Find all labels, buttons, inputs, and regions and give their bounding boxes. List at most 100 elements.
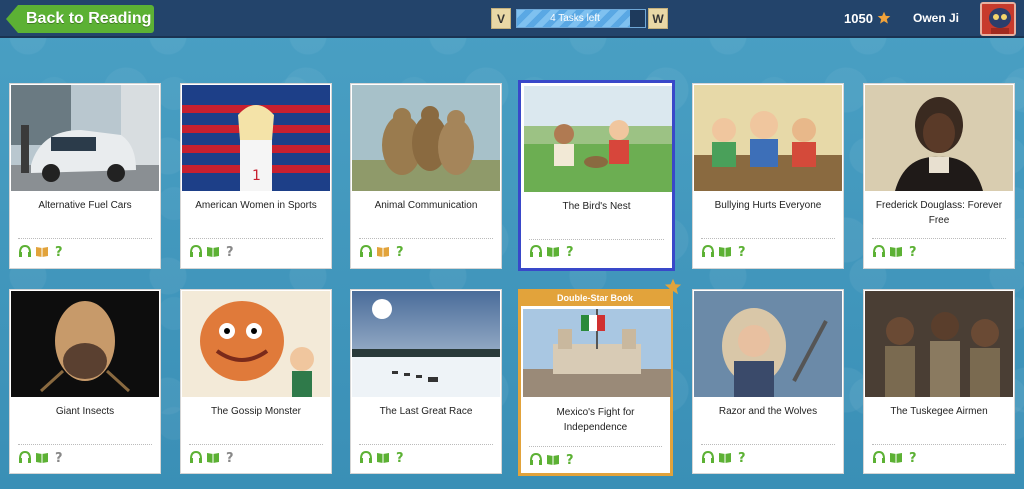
listen-icon[interactable]	[701, 450, 715, 464]
book-card[interactable]: The Tuskegee Airmen ?	[863, 289, 1015, 474]
avatar[interactable]	[980, 2, 1016, 36]
read-icon[interactable]	[376, 244, 390, 258]
book-card[interactable]: Giant Insects ?	[9, 289, 161, 474]
quiz-icon[interactable]: ?	[393, 450, 407, 464]
quiz-icon[interactable]: ?	[563, 244, 577, 258]
top-bar: Back to Reading V 4 Tasks left W 1050 Ow…	[0, 0, 1024, 38]
book-card-selected[interactable]: The Bird's Nest ?	[518, 80, 675, 271]
read-icon[interactable]	[35, 450, 49, 464]
book-title: Bullying Hurts Everyone	[714, 200, 822, 211]
listen-icon[interactable]	[529, 244, 543, 258]
read-icon[interactable]	[206, 450, 220, 464]
book-card[interactable]: Alternative Fuel Cars ?	[9, 83, 161, 269]
book-title: Giant Insects	[55, 406, 115, 417]
divider	[359, 238, 493, 239]
level-right-badge[interactable]: W	[648, 8, 668, 29]
svg-text:?: ?	[226, 451, 234, 464]
listen-icon[interactable]	[359, 450, 373, 464]
book-cover-image	[865, 85, 1013, 191]
svg-text:?: ?	[738, 245, 746, 258]
read-icon[interactable]	[889, 450, 903, 464]
book-cover-image	[11, 291, 159, 397]
quiz-icon[interactable]: ?	[223, 450, 237, 464]
book-title: Mexico's Fight for Independence	[556, 407, 635, 433]
user-name: Owen Ji	[913, 11, 960, 25]
avatar-robot-icon	[982, 4, 1014, 34]
book-card[interactable]: The Gossip Monster ?	[180, 289, 332, 474]
quiz-icon[interactable]: ?	[223, 244, 237, 258]
book-title: The Last Great Race	[379, 406, 473, 417]
svg-text:?: ?	[55, 451, 63, 464]
svg-text:?: ?	[909, 245, 917, 258]
read-icon[interactable]	[206, 244, 220, 258]
double-star-banner: Double-Star Book	[519, 289, 671, 306]
activity-icons: ?	[189, 450, 237, 464]
listen-icon[interactable]	[529, 452, 543, 466]
level-left-label: V	[496, 11, 505, 26]
activity-icons: ?	[529, 244, 577, 258]
activity-icons: ?	[18, 450, 66, 464]
book-cover-image	[524, 86, 672, 192]
divider	[18, 444, 152, 445]
listen-icon[interactable]	[18, 244, 32, 258]
back-to-reading-button[interactable]: Back to Reading	[6, 5, 154, 33]
quiz-icon[interactable]: ?	[906, 450, 920, 464]
book-card[interactable]: Razor and the Wolves ?	[692, 289, 844, 474]
quiz-icon[interactable]: ?	[563, 452, 577, 466]
divider	[189, 444, 323, 445]
star-count: 1050	[844, 11, 873, 26]
quiz-icon[interactable]: ?	[735, 244, 749, 258]
divider	[359, 444, 493, 445]
book-cover-image	[182, 291, 330, 397]
svg-text:?: ?	[396, 451, 404, 464]
quiz-icon[interactable]: ?	[52, 244, 66, 258]
book-title: Alternative Fuel Cars	[38, 200, 132, 211]
read-icon[interactable]	[718, 244, 732, 258]
book-title: Frederick Douglass: Forever Free	[875, 200, 1003, 226]
book-card[interactable]: Frederick Douglass: Forever Free ?	[863, 83, 1015, 269]
listen-icon[interactable]	[359, 244, 373, 258]
book-card-double-star[interactable]: Mexico's Fight for Independence ?	[518, 289, 673, 476]
book-card[interactable]: 1 American Women in Sports ?	[180, 83, 332, 269]
book-title: Razor and the Wolves	[718, 406, 818, 417]
book-card[interactable]: Animal Communication ?	[350, 83, 502, 269]
svg-text:?: ?	[566, 245, 574, 258]
activity-icons: ?	[359, 244, 407, 258]
activity-icons: ?	[359, 450, 407, 464]
book-card[interactable]: The Last Great Race ?	[350, 289, 502, 474]
listen-icon[interactable]	[701, 244, 715, 258]
quiz-icon[interactable]: ?	[393, 244, 407, 258]
read-icon[interactable]	[889, 244, 903, 258]
listen-icon[interactable]	[189, 244, 203, 258]
read-icon[interactable]	[718, 450, 732, 464]
level-left-badge[interactable]: V	[491, 8, 511, 29]
quiz-icon[interactable]: ?	[735, 450, 749, 464]
book-title: Animal Communication	[374, 200, 478, 211]
quiz-icon[interactable]: ?	[906, 244, 920, 258]
svg-text:?: ?	[909, 451, 917, 464]
svg-text:?: ?	[55, 245, 63, 258]
activity-icons: ?	[701, 450, 749, 464]
quiz-icon[interactable]: ?	[52, 450, 66, 464]
divider	[701, 238, 835, 239]
listen-icon[interactable]	[872, 244, 886, 258]
activity-icons: ?	[189, 244, 237, 258]
book-cover-image	[865, 291, 1013, 397]
book-cover-image	[694, 291, 842, 397]
divider	[701, 444, 835, 445]
book-cover-image	[352, 291, 500, 397]
book-card[interactable]: Bullying Hurts Everyone ?	[692, 83, 844, 269]
book-cover-image	[11, 85, 159, 191]
read-icon[interactable]	[35, 244, 49, 258]
listen-icon[interactable]	[189, 450, 203, 464]
svg-text:?: ?	[396, 245, 404, 258]
listen-icon[interactable]	[18, 450, 32, 464]
book-cover-image: 1	[182, 85, 330, 191]
listen-icon[interactable]	[872, 450, 886, 464]
read-icon[interactable]	[546, 244, 560, 258]
read-icon[interactable]	[546, 452, 560, 466]
read-icon[interactable]	[376, 450, 390, 464]
star-icon	[877, 11, 891, 24]
activity-icons: ?	[18, 244, 66, 258]
book-title: The Tuskegee Airmen	[890, 406, 988, 417]
